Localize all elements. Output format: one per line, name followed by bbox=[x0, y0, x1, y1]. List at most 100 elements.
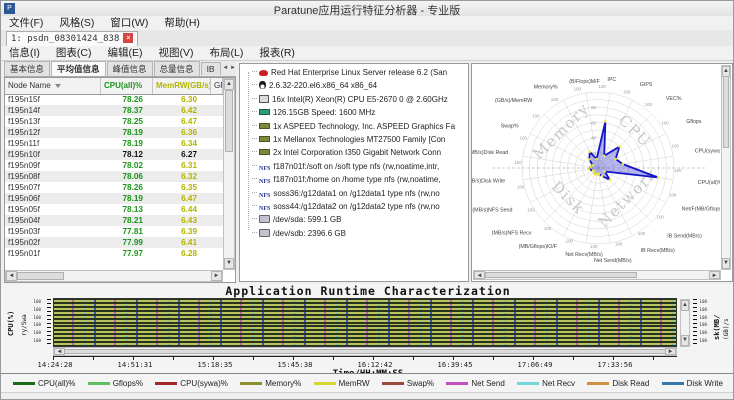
legend-item[interactable]: Net Recv bbox=[517, 379, 575, 388]
legend-swatch bbox=[517, 382, 539, 385]
scroll-thumb[interactable] bbox=[64, 349, 666, 354]
table-row[interactable]: f195n02f 77.99 6.41 bbox=[5, 237, 223, 248]
scroll-thumb[interactable] bbox=[485, 272, 637, 278]
table-row[interactable]: f195n06f 78.19 6.47 bbox=[5, 193, 223, 204]
info-tab[interactable]: IB bbox=[201, 62, 221, 75]
menu-item[interactable]: 图表(C) bbox=[48, 46, 100, 60]
timeline-plot-area[interactable] bbox=[53, 298, 677, 347]
radar-vertical-scrollbar[interactable]: ▲ ▼ bbox=[721, 65, 731, 270]
scroll-right-icon[interactable]: ► bbox=[665, 348, 676, 355]
info-tab[interactable]: 峰值信息 bbox=[107, 61, 153, 76]
menu-item[interactable]: 布局(L) bbox=[202, 46, 252, 60]
menu-item[interactable]: 信息(I) bbox=[1, 46, 48, 60]
scroll-thumb[interactable] bbox=[17, 272, 64, 280]
table-vertical-scrollbar[interactable]: ▲ ▼ bbox=[223, 78, 235, 270]
legend-item[interactable]: Disk Read bbox=[587, 379, 649, 388]
info-tab[interactable]: 平均值信息 bbox=[51, 61, 106, 76]
node-name-cell: f195n12f bbox=[5, 127, 101, 138]
system-item[interactable]: 2x Intel Corporation I350 Gigabit Networ… bbox=[246, 148, 468, 161]
legend-item[interactable]: Swap% bbox=[382, 379, 434, 388]
tab-scroll-left-icon[interactable]: ◄ bbox=[222, 65, 228, 71]
col-node-name[interactable]: Node Name bbox=[5, 78, 101, 94]
menu-item[interactable]: 风格(S) bbox=[51, 16, 102, 30]
scroll-down-icon[interactable]: ▼ bbox=[722, 258, 730, 269]
col-gflops[interactable]: GF bbox=[211, 78, 223, 94]
svg-text:100: 100 bbox=[661, 120, 669, 125]
legend-item[interactable]: CPU(sywa)% bbox=[155, 379, 228, 388]
close-icon[interactable]: × bbox=[123, 33, 133, 43]
table-row[interactable]: f195n10f 78.12 6.27 bbox=[5, 149, 223, 160]
system-item[interactable]: 2.6.32-220.el6.x86_64 x86_64 bbox=[246, 81, 468, 94]
table-row[interactable]: f195n01f 77.97 6.28 bbox=[5, 248, 223, 259]
plot-horizontal-scrollbar[interactable]: ◄ ► bbox=[53, 347, 677, 356]
menu-item[interactable]: 帮助(H) bbox=[156, 16, 208, 30]
menu-item[interactable]: 编辑(E) bbox=[100, 46, 151, 60]
plot-vertical-scrollbar[interactable]: ▲ ▼ bbox=[680, 299, 690, 347]
col-cpu[interactable]: CPU(all)% bbox=[101, 78, 153, 94]
scroll-down-icon[interactable]: ▼ bbox=[224, 258, 234, 269]
nfs-icon: NFS bbox=[259, 193, 270, 199]
table-row[interactable]: f195n08f 78.06 6.32 bbox=[5, 171, 223, 182]
system-item[interactable]: NFSf187n01f:/home on /home type nfs (rw,… bbox=[246, 175, 468, 188]
scroll-up-icon[interactable]: ▲ bbox=[224, 79, 234, 90]
scroll-right-icon[interactable]: ► bbox=[211, 271, 222, 281]
system-item[interactable]: NFSf187n01f:/soft on /soft type nfs (rw,… bbox=[246, 162, 468, 175]
legend-item[interactable]: Net Send bbox=[446, 379, 504, 388]
system-item[interactable]: 126.15GB Speed: 1600 MHz bbox=[246, 108, 468, 121]
node-name-cell: f195n06f bbox=[5, 193, 101, 204]
legend-item[interactable]: Gflops% bbox=[88, 379, 143, 388]
scroll-up-icon[interactable]: ▲ bbox=[681, 300, 689, 311]
scroll-thumb[interactable] bbox=[225, 90, 233, 152]
system-item[interactable]: 1x ASPEED Technology, Inc. ASPEED Graphi… bbox=[246, 122, 468, 135]
legend-item[interactable]: CPU(all)% bbox=[13, 379, 75, 388]
table-row[interactable]: f195n04f 78.21 6.43 bbox=[5, 215, 223, 226]
gflops-cell bbox=[211, 160, 223, 171]
legend-item[interactable]: Disk Write bbox=[662, 379, 723, 388]
system-item[interactable]: NFSsoss36:/g12data1 on /g12data1 type nf… bbox=[246, 189, 468, 202]
legend-item[interactable]: MemRW bbox=[314, 379, 370, 388]
scroll-thumb[interactable] bbox=[723, 76, 729, 148]
table-row[interactable]: f195n15f 78.26 6.30 bbox=[5, 94, 223, 105]
scroll-down-icon[interactable]: ▼ bbox=[681, 335, 689, 346]
menu-item[interactable]: 视图(V) bbox=[151, 46, 202, 60]
scroll-left-icon[interactable]: ◄ bbox=[6, 271, 17, 281]
legend-item[interactable]: Memory% bbox=[240, 379, 301, 388]
table-row[interactable]: f195n07f 78.26 6.35 bbox=[5, 182, 223, 193]
svg-text:100: 100 bbox=[566, 239, 574, 244]
legend-label: Disk Write bbox=[687, 379, 723, 388]
system-item[interactable]: NFSsoss44:/g12data2 on /g12data2 type nf… bbox=[246, 202, 468, 215]
system-item[interactable]: /dev/sdb: 2396.6 GB bbox=[246, 229, 468, 242]
menu-item[interactable]: 报表(R) bbox=[251, 46, 303, 60]
radar-horizontal-scrollbar[interactable]: ◄ ► bbox=[473, 270, 721, 280]
table-row[interactable]: f195n13f 78.25 6.47 bbox=[5, 116, 223, 127]
y-axis-label-left-2: ry/Swa bbox=[21, 314, 28, 336]
radar-chart-panel: MemoryCPUNetworkDisk10010010010010010010… bbox=[471, 63, 733, 282]
table-row[interactable]: f195n11f 78.19 6.34 bbox=[5, 138, 223, 149]
table-row[interactable]: f195n09f 78.02 6.31 bbox=[5, 160, 223, 171]
system-item[interactable]: Red Hat Enterprise Linux Server release … bbox=[246, 68, 468, 81]
document-tab[interactable]: 1: psdn_08301424_838× bbox=[6, 31, 138, 46]
system-item[interactable]: 16x Intel(R) Xeon(R) CPU E5-2670 0 @ 2.6… bbox=[246, 95, 468, 108]
info-tab[interactable]: 基本信息 bbox=[4, 61, 50, 76]
system-item[interactable]: 1x Mellanox Technologies MT27500 Family … bbox=[246, 135, 468, 148]
table-row[interactable]: f195n03f 77.81 6.39 bbox=[5, 226, 223, 237]
memrw-cell: 6.47 bbox=[153, 116, 211, 127]
legend-swatch bbox=[587, 382, 609, 385]
table-horizontal-scrollbar[interactable]: ◄ ► bbox=[5, 270, 223, 282]
radar-axis-label: (MB/Gflops)IO/F bbox=[519, 244, 558, 250]
filter-icon[interactable] bbox=[55, 84, 61, 88]
table-row[interactable]: f195n05f 78.13 6.44 bbox=[5, 204, 223, 215]
info-tab[interactable]: 总量信息 bbox=[154, 61, 200, 76]
menu-item[interactable]: 文件(F) bbox=[1, 16, 51, 30]
menu-item[interactable]: 窗口(W) bbox=[102, 16, 156, 30]
y-axis-label-right-2: (GB)/s bbox=[723, 318, 730, 340]
tab-scroll-right-icon[interactable]: ► bbox=[230, 65, 236, 71]
table-row[interactable]: f195n12f 78.19 6.36 bbox=[5, 127, 223, 138]
scroll-left-icon[interactable]: ◄ bbox=[474, 271, 485, 279]
table-header[interactable]: Node NameCPU(all)%MemRW(GB/s)GF bbox=[5, 78, 235, 95]
system-item[interactable]: /dev/sda: 599.1 GB bbox=[246, 215, 468, 228]
scroll-right-icon[interactable]: ► bbox=[709, 271, 720, 279]
col-memrw[interactable]: MemRW(GB/s) bbox=[153, 78, 211, 94]
system-item-text: /dev/sdb: 2396.6 GB bbox=[273, 229, 346, 238]
table-row[interactable]: f195n14f 78.37 6.42 bbox=[5, 105, 223, 116]
